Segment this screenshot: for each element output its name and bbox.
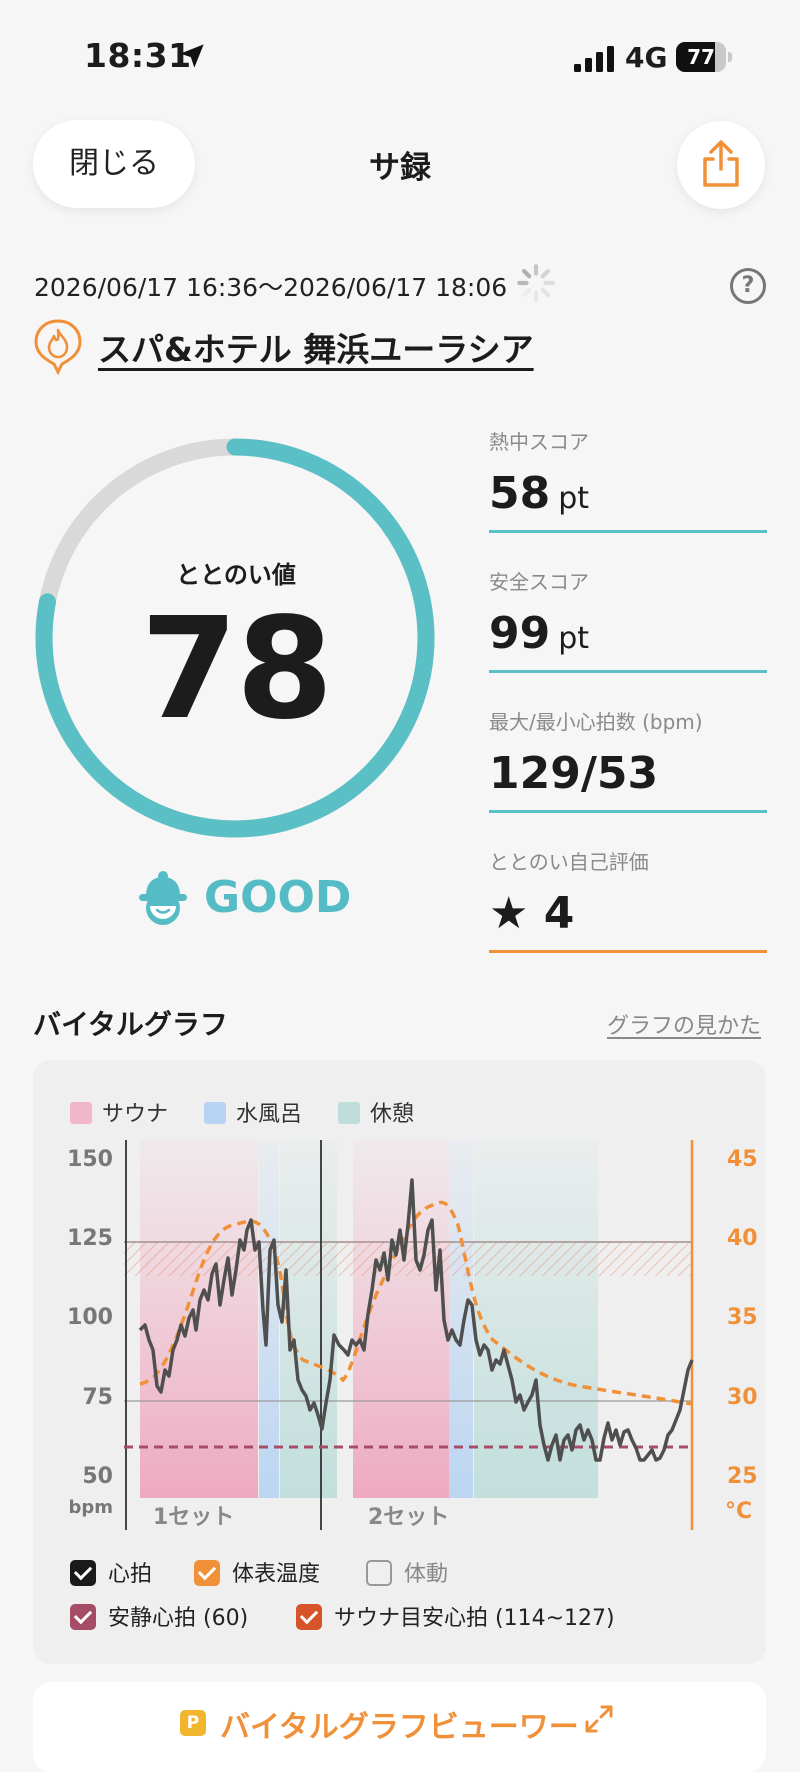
section-title: バイタルグラフ [33, 1008, 228, 1041]
graph-viewer-label[interactable]: バイタルグラフビューワー [220, 1702, 579, 1746]
stat-value: 129/53 [489, 748, 659, 799]
status-time: 18:31 [84, 36, 192, 75]
right-axis-tick: 25 [727, 1464, 758, 1489]
share-icon [703, 140, 739, 187]
battery-icon: 77 [676, 42, 732, 72]
right-axis-tick: 40 [727, 1226, 758, 1251]
legend-label: サウナ [102, 1102, 169, 1127]
left-axis-tick: 50 [82, 1464, 113, 1489]
toggle-sauna-target-hr[interactable]: サウナ目安心拍 (114~127) [296, 1600, 615, 1632]
close-button[interactable]: 閉じる [33, 120, 195, 208]
vital-chart: 150 125 100 75 50 bpm 45 40 35 30 25 °C … [67, 1140, 758, 1530]
band-cold-2 [449, 1140, 473, 1498]
set-label: 2セット [368, 1505, 449, 1530]
toggle-label: 体表温度 [232, 1562, 321, 1587]
stat-unit: pt [558, 621, 590, 656]
stat-unit: pt [558, 481, 590, 516]
stat-heart-rate: 最大/最小心拍数 (bpm) 129/53 [489, 706, 767, 813]
legend-cold-bath: 水風呂 [204, 1096, 302, 1128]
checkbox[interactable] [366, 1560, 392, 1586]
legend-rest: 休憩 [338, 1096, 414, 1128]
expand-icon[interactable] [584, 1704, 614, 1734]
left-axis-tick: 75 [82, 1385, 113, 1410]
checkbox[interactable] [70, 1604, 96, 1630]
stat-value: 58 [489, 468, 551, 519]
location-arrow-icon [180, 44, 204, 68]
help-icon[interactable]: ? [730, 268, 766, 304]
share-button[interactable] [677, 121, 765, 209]
legend-label: 水風呂 [236, 1102, 303, 1127]
stat-label: ととのい自己評価 [489, 850, 649, 874]
score-value: 78 [140, 588, 334, 751]
graph-guide-link[interactable]: グラフの見かた [607, 1008, 761, 1040]
stat-self-rating[interactable]: ととのい自己評価 ★ 4 [489, 846, 767, 953]
checkbox[interactable] [194, 1560, 220, 1586]
left-axis-tick: 150 [67, 1147, 113, 1172]
band-cold-1 [259, 1140, 279, 1498]
left-axis-unit: bpm [68, 1497, 113, 1518]
toggle-body-motion[interactable]: 体動 [366, 1556, 448, 1588]
stat-value: 99 [489, 608, 551, 659]
stat-heat-score: 熱中スコア 58 pt [489, 426, 767, 533]
premium-badge-icon: P [180, 1710, 206, 1736]
toggle-label: 体動 [404, 1562, 449, 1587]
checkbox[interactable] [296, 1604, 322, 1630]
toggle-resting-hr[interactable]: 安静心拍 (60) [70, 1600, 248, 1632]
toggle-label: 心拍 [108, 1562, 153, 1587]
right-axis-tick: 35 [727, 1305, 758, 1330]
battery-level: 77 [687, 45, 715, 69]
location-link[interactable]: スパ&ホテル 舞浜ユーラシア [98, 323, 534, 371]
set-label: 1セット [153, 1505, 234, 1530]
network-type: 4G [625, 41, 668, 74]
legend-label: 休憩 [370, 1102, 415, 1127]
band-rest-2 [474, 1140, 598, 1498]
left-axis-tick: 125 [67, 1226, 113, 1251]
rating-label: GOOD [204, 872, 352, 923]
stat-label: 熱中スコア [489, 430, 589, 454]
signal-icon [574, 46, 614, 72]
page-title: サ録 [369, 150, 431, 186]
loading-spinner-icon [517, 264, 555, 302]
sauna-hat-icon [139, 871, 187, 925]
toggle-label: サウナ目安心拍 (114~127) [334, 1606, 615, 1631]
right-axis-tick: 30 [727, 1385, 758, 1410]
stat-label: 安全スコア [489, 570, 589, 594]
right-axis-tick: 45 [727, 1147, 758, 1172]
stat-value: ★ 4 [489, 888, 575, 939]
toggle-heart-rate[interactable]: 心拍 [70, 1556, 152, 1588]
stat-label: 最大/最小心拍数 (bpm) [489, 710, 703, 734]
left-axis-tick: 100 [67, 1305, 113, 1330]
checkbox[interactable] [70, 1560, 96, 1586]
score-label: ととのい値 [176, 561, 296, 589]
toggle-label: 安静心拍 (60) [108, 1606, 249, 1631]
toggle-body-temperature[interactable]: 体表温度 [194, 1556, 320, 1588]
stat-safety-score: 安全スコア 99 pt [489, 566, 767, 673]
right-axis-unit: °C [725, 1499, 752, 1524]
legend-sauna: サウナ [70, 1096, 168, 1128]
date-range: 2026/06/17 16:36〜2026/06/17 18:06 [34, 273, 508, 302]
sauna-location-icon [34, 319, 82, 376]
